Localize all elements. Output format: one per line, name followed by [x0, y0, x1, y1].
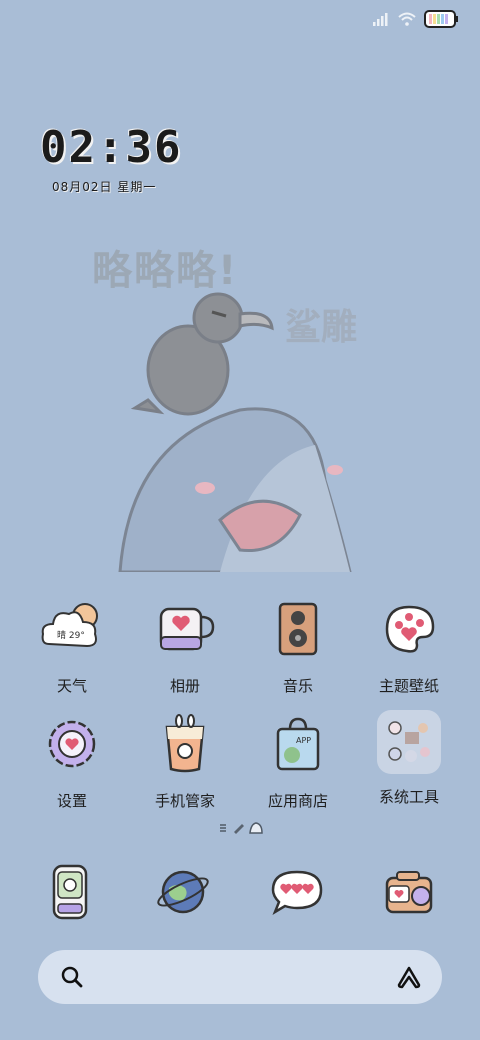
- messages-icon: [263, 858, 331, 926]
- dock-browser[interactable]: [128, 858, 238, 926]
- settings-icon: [38, 710, 106, 778]
- app-music[interactable]: 音乐: [243, 595, 353, 696]
- dock-messages[interactable]: [242, 858, 352, 926]
- lock-clock: 02:36: [40, 122, 183, 173]
- app-store[interactable]: APP 应用商店: [243, 710, 353, 811]
- search-icon[interactable]: [60, 965, 84, 989]
- system-tools-folder-icon: [377, 710, 441, 774]
- phone-icon: [36, 858, 104, 926]
- app-album[interactable]: 相册: [130, 595, 240, 696]
- weather-badge: 晴 29°: [57, 629, 85, 641]
- app-label: 手机管家: [154, 792, 215, 810]
- app-label: 天气: [56, 677, 87, 695]
- app-system-tools-folder[interactable]: 系统工具: [354, 710, 464, 807]
- app-label: 系统工具: [378, 788, 439, 806]
- lock-date: 08月02日 星期一: [52, 180, 157, 194]
- app-store-icon: APP: [264, 710, 332, 778]
- assistant-icon[interactable]: [396, 965, 422, 989]
- theme-icon: [375, 595, 443, 663]
- weather-icon: 晴 29°: [38, 595, 106, 663]
- store-badge: APP: [296, 736, 311, 745]
- app-label: 设置: [56, 792, 87, 810]
- search-bar[interactable]: [38, 950, 442, 1004]
- status-bar: [372, 10, 458, 28]
- music-icon: [264, 595, 332, 663]
- wallpaper-illustration: [118, 292, 352, 572]
- wifi-icon: [398, 12, 416, 26]
- app-settings[interactable]: 设置: [17, 710, 127, 811]
- app-weather[interactable]: 晴 29° 天气: [17, 595, 127, 696]
- camera-icon: [375, 858, 443, 926]
- app-phone-manager[interactable]: 手机管家: [130, 710, 240, 811]
- app-label: 音乐: [282, 677, 313, 695]
- app-label: 应用商店: [267, 792, 328, 810]
- dock-phone[interactable]: [15, 858, 125, 926]
- app-theme[interactable]: 主题壁纸: [354, 595, 464, 696]
- phone-manager-icon: [151, 710, 219, 778]
- battery-icon: [424, 10, 458, 28]
- dock-camera[interactable]: [354, 858, 464, 926]
- app-label: 相册: [169, 677, 200, 695]
- page-indicator[interactable]: [218, 820, 264, 836]
- album-icon: [151, 595, 219, 663]
- signal-icon: [373, 13, 388, 26]
- app-label: 主题壁纸: [378, 677, 439, 695]
- browser-icon: [149, 858, 217, 926]
